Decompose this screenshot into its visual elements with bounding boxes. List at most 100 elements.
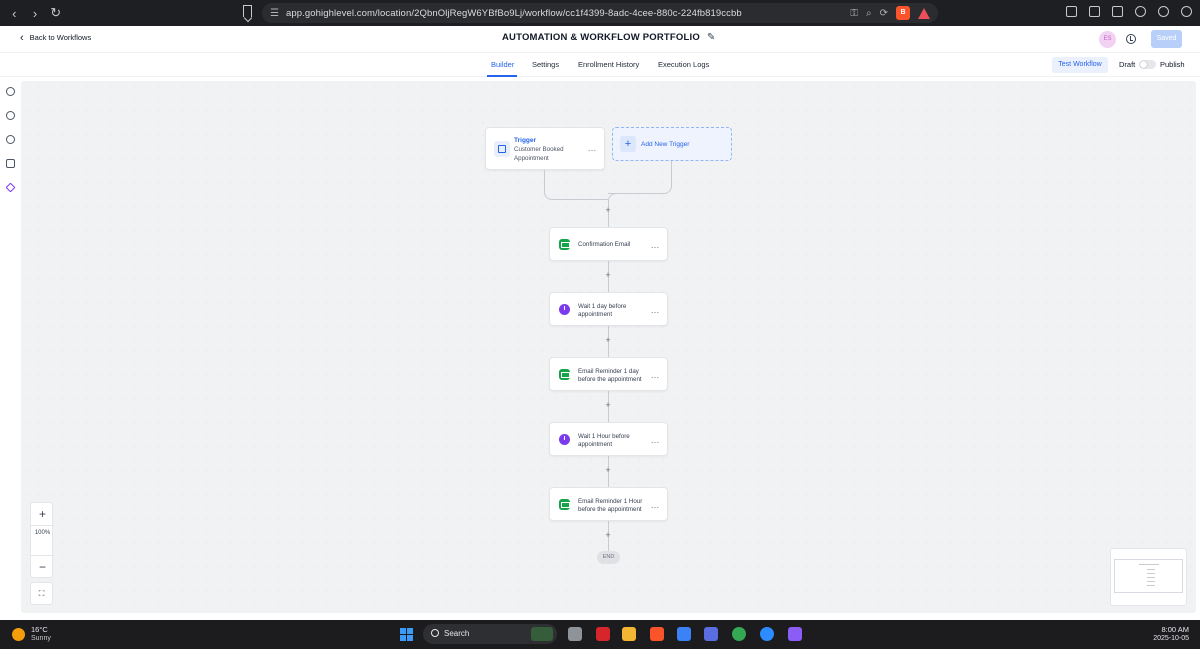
email-icon xyxy=(559,369,570,380)
more-options-icon[interactable]: … xyxy=(651,501,661,510)
draft-label: Draft xyxy=(1119,60,1136,69)
reload-icon[interactable]: ↻ xyxy=(47,5,64,21)
add-step-icon[interactable]: + xyxy=(603,531,613,540)
page-title: AUTOMATION & WORKFLOW PORTFOLIO xyxy=(502,32,700,43)
ai-sparkle-icon[interactable] xyxy=(5,182,16,193)
action-node-confirmation-email[interactable]: Confirmation Email … xyxy=(549,227,668,261)
wallet-icon[interactable] xyxy=(1112,6,1123,17)
fit-screen-button[interactable]: ⛶ xyxy=(30,582,53,605)
add-step-icon[interactable]: + xyxy=(603,466,613,475)
minimap[interactable] xyxy=(1110,548,1187,606)
clipchamp-icon[interactable] xyxy=(788,627,802,641)
add-new-trigger-button[interactable]: + Add New Trigger xyxy=(612,127,732,161)
chrome-icon[interactable] xyxy=(732,627,746,641)
task-view-icon[interactable] xyxy=(568,627,582,641)
taskbar-search[interactable]: Search xyxy=(423,624,557,644)
saved-button[interactable]: Saved xyxy=(1151,30,1182,48)
notepad-icon[interactable] xyxy=(677,627,691,641)
tab-execution-logs[interactable]: Execution Logs xyxy=(658,60,709,69)
merge-connector xyxy=(608,193,618,203)
fit-screen-icon: ⛶ xyxy=(38,589,45,598)
brave-browser-icon[interactable] xyxy=(650,627,664,641)
trigger-name: Customer Booked Appointment xyxy=(514,146,564,162)
history-icon[interactable]: ⟳ xyxy=(880,8,888,19)
tab-builder[interactable]: Builder xyxy=(491,60,514,69)
tab-enrollment-history[interactable]: Enrollment History xyxy=(578,60,639,69)
more-options-icon[interactable]: … xyxy=(651,306,661,315)
action-label: Email Reminder 1 Hour before the appoint… xyxy=(578,498,643,513)
add-trigger-connector xyxy=(608,161,672,194)
zoom-out-button[interactable]: − xyxy=(31,555,54,578)
action-node-email-reminder-1-hour[interactable]: Email Reminder 1 Hour before the appoint… xyxy=(549,487,668,521)
search-icon xyxy=(431,629,439,637)
zoom-app-icon[interactable] xyxy=(760,627,774,641)
sun-icon[interactable] xyxy=(12,628,25,641)
test-workflow-button[interactable]: Test Workflow xyxy=(1052,57,1108,73)
pdf-reader-icon[interactable] xyxy=(596,627,610,641)
more-options-icon[interactable]: … xyxy=(651,371,661,380)
ai-icon[interactable] xyxy=(1135,6,1146,17)
action-label: Wait 1 Hour before appointment xyxy=(578,433,630,448)
plus-icon: + xyxy=(620,136,636,152)
add-step-icon[interactable]: + xyxy=(603,206,613,215)
clock-icon[interactable] xyxy=(6,111,15,120)
version-history-icon[interactable] xyxy=(1126,34,1136,44)
search-highlight-icon xyxy=(531,627,553,641)
minimap-node xyxy=(1147,569,1155,570)
action-node-wait-1-day[interactable]: Wait 1 day before appointment … xyxy=(549,292,668,326)
more-options-icon[interactable]: … xyxy=(588,144,598,153)
back-arrow-icon[interactable]: ‹ xyxy=(6,6,23,21)
calculator-icon[interactable] xyxy=(704,627,718,641)
trigger-connector xyxy=(544,170,608,200)
check-circle-icon[interactable] xyxy=(6,87,15,96)
key-icon[interactable]: ⚿ xyxy=(850,8,858,19)
zoom-icon[interactable]: ⌕ xyxy=(866,8,872,19)
address-bar[interactable]: ☰ app.gohighlevel.com/location/2QbnOljRe… xyxy=(262,3,938,23)
brave-rewards-icon[interactable] xyxy=(918,7,930,19)
minimap-node xyxy=(1147,577,1155,578)
add-step-icon[interactable]: + xyxy=(603,271,613,280)
file-explorer-icon[interactable] xyxy=(622,627,636,641)
avatar[interactable]: ES xyxy=(1099,31,1116,48)
add-trigger-label: Add New Trigger xyxy=(641,141,690,148)
reader-mode-icon[interactable] xyxy=(1066,6,1077,17)
end-node: END xyxy=(597,551,620,564)
zoom-level: 100% xyxy=(34,530,51,536)
publish-label: Publish xyxy=(1160,60,1185,69)
more-options-icon[interactable]: … xyxy=(651,241,661,250)
note-icon[interactable] xyxy=(6,159,15,168)
action-node-wait-1-hour[interactable]: Wait 1 Hour before appointment … xyxy=(549,422,668,456)
weather-condition[interactable]: Sunny xyxy=(31,635,51,642)
zoom-in-button[interactable]: + xyxy=(31,503,54,526)
add-step-icon[interactable]: + xyxy=(603,336,613,345)
menu-icon[interactable] xyxy=(1181,6,1192,17)
publish-toggle[interactable] xyxy=(1139,60,1156,69)
app-header: ‹ Back to Workflows AUTOMATION & WORKFLO… xyxy=(0,26,1200,52)
pencil-icon[interactable]: ✎ xyxy=(707,32,715,43)
tab-settings[interactable]: Settings xyxy=(532,60,559,69)
more-options-icon[interactable]: … xyxy=(651,436,661,445)
forward-arrow-icon[interactable]: › xyxy=(27,6,44,21)
minimap-node xyxy=(1147,585,1155,586)
clock-time[interactable]: 8:00 AM xyxy=(1147,625,1189,634)
bookmark-icon[interactable] xyxy=(243,5,252,17)
weather-temperature[interactable]: 16°C xyxy=(31,625,48,634)
left-rail xyxy=(0,77,21,620)
trigger-node[interactable]: Trigger Customer Booked Appointment … xyxy=(485,127,605,170)
email-icon xyxy=(559,239,570,250)
add-step-icon[interactable]: + xyxy=(603,401,613,410)
toggle-knob xyxy=(1140,61,1147,68)
back-to-workflows-link[interactable]: ‹ Back to Workflows xyxy=(20,32,91,43)
brave-shields-icon[interactable]: B xyxy=(896,6,910,20)
url-text: app.gohighlevel.com/location/2QbnOljRegW… xyxy=(286,7,742,19)
minimap-node xyxy=(1147,581,1155,582)
vpn-shield-icon[interactable] xyxy=(1158,6,1169,17)
calendar-icon xyxy=(494,141,510,157)
comment-icon[interactable] xyxy=(6,135,15,144)
windows-start-icon[interactable] xyxy=(400,628,413,641)
site-settings-icon[interactable]: ☰ xyxy=(270,8,286,19)
sidebar-icon[interactable] xyxy=(1089,6,1100,17)
action-node-email-reminder-1-day[interactable]: Email Reminder 1 day before the appointm… xyxy=(549,357,668,391)
action-label: Confirmation Email xyxy=(578,241,631,248)
clock-date[interactable]: 2025-10-05 xyxy=(1147,635,1189,642)
